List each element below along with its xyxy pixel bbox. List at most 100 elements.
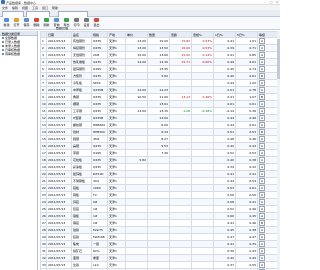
table-cell: 天津1 bbox=[107, 205, 126, 213]
table-cell bbox=[147, 261, 170, 269]
table-cell: 废钢 bbox=[71, 254, 92, 262]
table-cell: 1# bbox=[91, 212, 108, 220]
table-row[interactable]: 28 2011/07/13 硅铁 FeSi75 天津1 0.45 0.38 A bbox=[40, 226, 280, 234]
table-cell: 2011/07/13 bbox=[46, 79, 72, 87]
table-cell: Q235B bbox=[91, 114, 108, 122]
table-cell: 工字钢 bbox=[71, 107, 92, 115]
table-cell: 2011/07/13 bbox=[46, 100, 72, 108]
table-cell bbox=[125, 142, 148, 150]
table-cell bbox=[125, 233, 148, 241]
print-button[interactable]: 打印 bbox=[72, 18, 81, 28]
table-cell bbox=[191, 212, 214, 220]
settings-button[interactable]: 设置 bbox=[82, 18, 91, 28]
vertical-scrollbar[interactable] bbox=[277, 31, 280, 270]
grade-badge: A bbox=[259, 122, 266, 128]
table-cell bbox=[125, 114, 148, 122]
table-row[interactable]: 20 2011/07/13 镀锌板 DX51D 天津1 0.41 0.41 A bbox=[40, 170, 280, 178]
table-row[interactable]: 27 2011/07/13 锡锭 1# 天津1 0.41 0.46 B bbox=[40, 219, 280, 227]
table-cell bbox=[169, 233, 192, 241]
tree-checkbox[interactable] bbox=[2, 53, 4, 55]
table-row[interactable]: 10 2011/07/13 槽钢 Q235 天津1 13.61 0.61 0.61 A bbox=[40, 100, 280, 108]
table-cell: 2011/07/13 bbox=[46, 177, 72, 185]
table-cell: FeSi75 bbox=[91, 226, 108, 234]
table-cell: 锡锭 bbox=[71, 219, 92, 227]
table-cell: 45# bbox=[91, 135, 108, 143]
table-cell bbox=[169, 240, 192, 248]
table-row[interactable]: 29 2011/07/13 锰铁 FeMn68 天津1 0.47 0.47 A bbox=[40, 233, 280, 241]
tree-item[interactable]: 待审核数据 bbox=[0, 52, 37, 56]
table-row[interactable]: 16 2011/07/13 扁钢 Q235 天津1 9.53 0.42 0.43 A bbox=[40, 142, 280, 150]
table-row[interactable]: 25 2011/07/13 铅锭 1# 天津1 0.52 0.46 A bbox=[40, 205, 280, 213]
table-row[interactable]: 5 2011/07/13 镀锌钢管 Q195 天津1 13.35 0.45 0.74 A bbox=[40, 65, 280, 73]
tree-checkbox[interactable] bbox=[2, 41, 4, 43]
table-row[interactable]: 4 2011/07/13 热轧卷板 Q235 天津1 14.00 14.30 15.71 0.6… bbox=[40, 58, 280, 66]
table-cell bbox=[147, 240, 170, 248]
table-cell: 20# bbox=[91, 51, 108, 59]
table-row[interactable]: 7 2011/07/13 冷轧板 SPCC 天津1 0.44 1.22 A bbox=[40, 79, 280, 87]
table-cell: 2011/07/13 bbox=[46, 37, 72, 45]
table-cell: 有缝钢管 bbox=[71, 37, 92, 45]
table-cell: 13.35 bbox=[147, 65, 170, 73]
table-cell: 1.01 bbox=[235, 37, 258, 45]
table-cell bbox=[191, 114, 214, 122]
table-cell bbox=[191, 198, 214, 206]
table-row[interactable]: 24 2011/07/13 锌锭 0# 天津1 0.58 0.41 A bbox=[40, 198, 280, 206]
scrollbar-thumb[interactable] bbox=[277, 39, 280, 79]
table-cell: 0.61 bbox=[213, 100, 236, 108]
table-cell: 13.00 bbox=[147, 114, 170, 122]
table-row[interactable]: 32 2011/07/13 废钢 重废 天津1 0.42 0.40 A bbox=[40, 254, 280, 262]
table-row[interactable]: 1 2011/07/13 有缝钢管 Q235 天津1 13.00 15.00 15.82 0.5… bbox=[40, 37, 280, 45]
table-row[interactable]: 14 2011/07/13 线材 HPB300 天津1 6.34 0.51 0.53 B bbox=[40, 128, 280, 136]
table-cell bbox=[169, 184, 192, 192]
tree-checkbox[interactable] bbox=[2, 45, 4, 47]
button-label: 打开 bbox=[13, 23, 20, 27]
table-row[interactable]: 17 2011/07/13 带钢 Q195 天津1 7.40 0.52 0.53 A bbox=[40, 149, 280, 157]
table-row[interactable]: 11 2011/07/13 工字钢 Q235 天津1 13.00 13.15 -1.08 -0.… bbox=[40, 107, 280, 115]
table-cell bbox=[191, 72, 214, 80]
table-cell bbox=[125, 177, 148, 185]
open-button[interactable]: 打开 bbox=[12, 18, 21, 28]
new-button[interactable]: 新建 bbox=[2, 18, 11, 28]
table-cell: 螺纹钢 bbox=[71, 121, 92, 129]
table-row[interactable]: 19 2011/07/13 彩涂板 Q235 天津1 0.34 0.32 A bbox=[40, 163, 280, 171]
table-row[interactable]: 6 2011/07/13 方矩管 Q235 天津1 5.60 0.40 0.61 B bbox=[40, 72, 280, 80]
grade-badge: A bbox=[259, 157, 266, 163]
table-row[interactable]: 8 2011/07/13 中厚板 Q235B 天津1 12.00 12.23 0.51 0.78… bbox=[40, 86, 280, 94]
save-button[interactable]: 保存 bbox=[22, 18, 31, 28]
close-icon[interactable]: × bbox=[274, 0, 280, 4]
table-cell: 天津1 bbox=[107, 149, 126, 157]
table-row[interactable]: 15 2011/07/13 圆钢 45# 天津1 8.27 0.48 0.46 A bbox=[40, 135, 280, 143]
table-cell bbox=[169, 100, 192, 108]
table-row[interactable]: 23 2011/07/13 铜板 T2 天津1 0.56 0.50 A bbox=[40, 191, 280, 199]
table-row[interactable]: 3 2011/07/13 无缝钢管 20# 天津1 15.00 13.60 15.00 0.14… bbox=[40, 51, 280, 59]
refresh-button[interactable]: 刷新 bbox=[42, 18, 51, 28]
tree-checkbox[interactable] bbox=[2, 49, 4, 51]
table-cell: 2011/07/13 bbox=[46, 58, 72, 66]
table-cell: 0.43 bbox=[235, 142, 258, 150]
table-row[interactable]: 30 2011/07/13 焦炭 一级 天津1 0.41 0.35 A bbox=[40, 240, 280, 248]
table-row[interactable]: 22 2011/07/13 铝板 1060 天津1 0.53 0.61 A bbox=[40, 184, 280, 192]
table-row[interactable]: 26 2011/07/13 镍板 1# 天津1 0.60 0.45 A bbox=[40, 212, 280, 220]
table-row[interactable]: 2 2011/07/13 焊接钢管 Q235 天津1 13.00 13.50 16.00 0.5… bbox=[40, 44, 280, 52]
table-cell: Q235 bbox=[91, 142, 108, 150]
table-cell: 天津1 bbox=[107, 261, 126, 269]
grade-badge: A bbox=[259, 80, 266, 86]
table-cell: 0.42 bbox=[213, 254, 236, 262]
table-row[interactable]: 33 2011/07/13 生铁 L10 天津1 0.37 0.55 A bbox=[40, 261, 280, 269]
table-row[interactable]: 12 2011/07/13 H型钢 Q235B 天津1 13.00 0.44 0.46 A bbox=[40, 114, 280, 122]
table-cell bbox=[191, 233, 214, 241]
table-row[interactable]: 9 2011/07/13 角钢 Q235 天津1 10.50 11.00 13.13 0.46%… bbox=[40, 93, 280, 101]
exit-button[interactable]: 退出 bbox=[92, 18, 101, 28]
grade-badge: A bbox=[259, 66, 266, 72]
tree-checkbox[interactable] bbox=[2, 37, 4, 39]
table-row[interactable]: 13 2011/07/13 螺纹钢 HRB400 天津1 6.00 0.44 0.61 A bbox=[40, 121, 280, 129]
table-row[interactable]: 31 2011/07/13 铁矿石 62% 天津1 0.39 0.43 A bbox=[40, 247, 280, 255]
table-cell bbox=[169, 198, 192, 206]
table-row[interactable]: 18 2011/07/13 花纹板 Q235 天津1 5.82 0.40 0.38 A bbox=[40, 156, 280, 164]
new-icon bbox=[4, 18, 9, 22]
table-cell: 0.53% bbox=[191, 37, 214, 45]
table-cell: 硅铁 bbox=[71, 226, 92, 234]
table-row[interactable]: 21 2011/07/13 不锈钢板 304 天津1 0.44 0.54 A bbox=[40, 177, 280, 185]
delete-button[interactable]: 删除 bbox=[32, 18, 41, 28]
table-cell: 0.56 bbox=[213, 191, 236, 199]
